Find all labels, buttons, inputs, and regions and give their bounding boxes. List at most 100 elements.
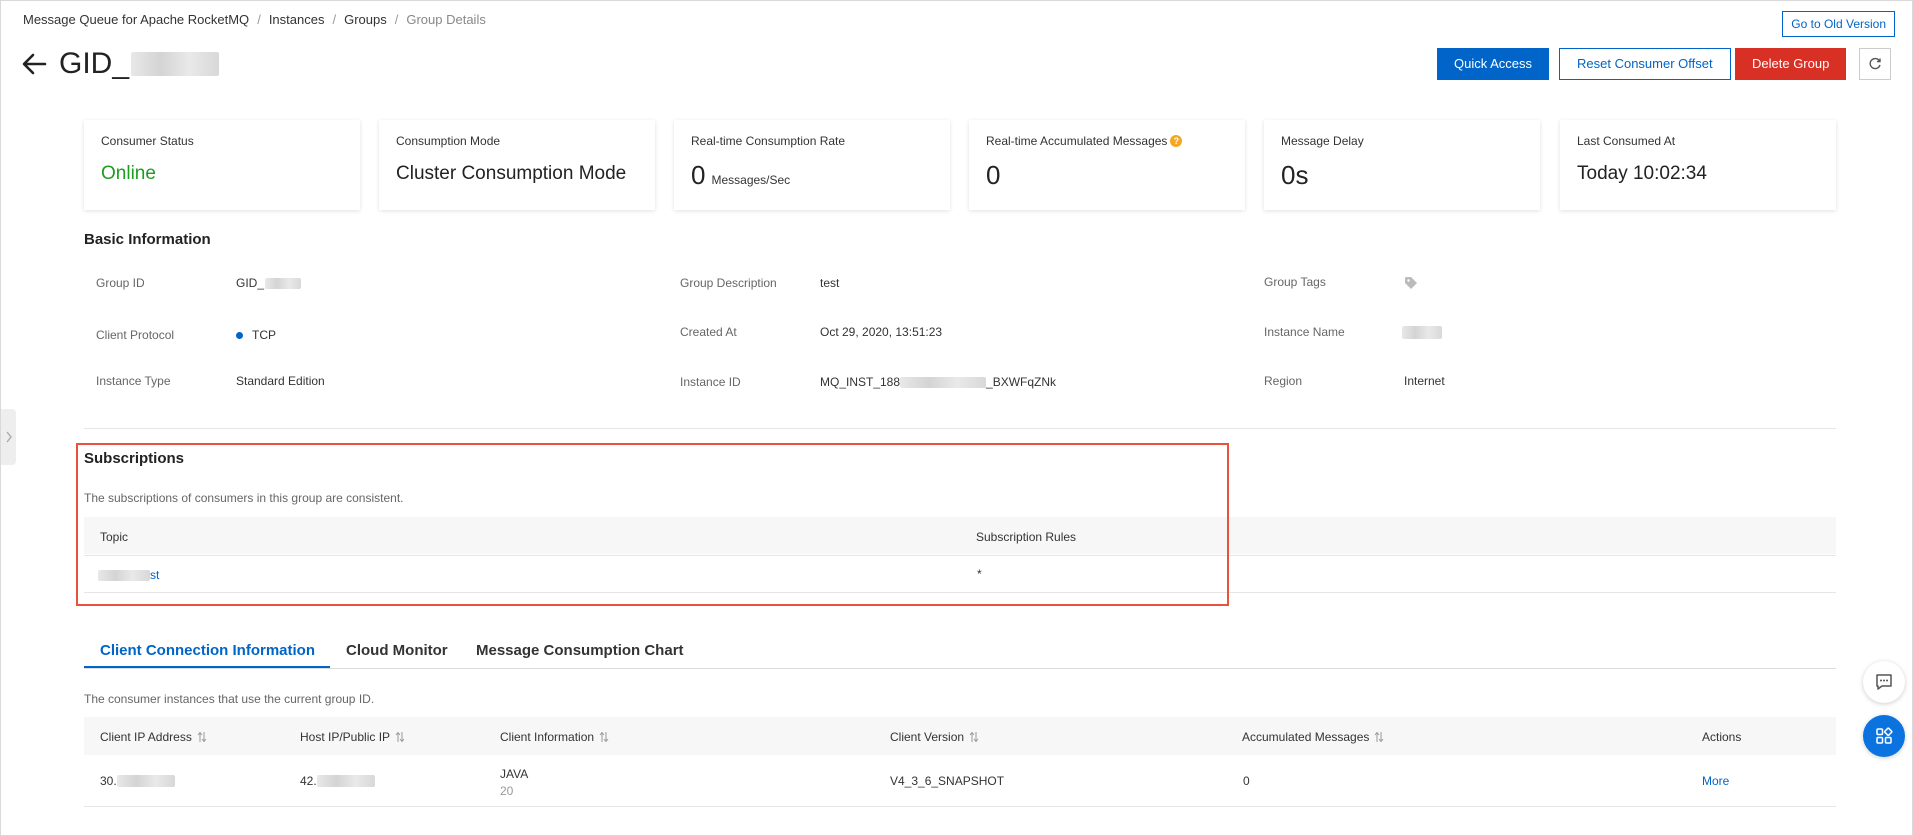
accumulated-messages-cell: 0 xyxy=(1243,774,1250,788)
section-divider xyxy=(84,428,1836,429)
consumer-status-value: Online xyxy=(101,163,156,184)
instance-name-value xyxy=(1402,324,1442,342)
column-header-host-ip[interactable]: Host IP/Public IP xyxy=(300,730,405,744)
instance-type-label: Instance Type xyxy=(96,374,171,388)
column-header-label: Client Version xyxy=(890,730,965,744)
client-protocol-value: TCP xyxy=(236,328,276,342)
sort-icon[interactable] xyxy=(197,731,207,743)
redacted-text xyxy=(316,775,375,787)
breadcrumb-separator: / xyxy=(332,12,337,27)
column-header-client-information[interactable]: Client Information xyxy=(500,730,609,744)
instance-id-suffix: _BXWFqZNk xyxy=(986,375,1057,389)
breadcrumb-item-product[interactable]: Message Queue for Apache RocketMQ xyxy=(23,12,249,27)
redacted-text xyxy=(116,775,175,787)
tab-client-connection-information[interactable]: Client Connection Information xyxy=(100,642,315,659)
host-ip-prefix: 42. xyxy=(300,774,317,788)
sort-icon[interactable] xyxy=(395,731,405,743)
tabs-divider xyxy=(84,668,1836,669)
consumption-rate-row: 0 Messages/Sec xyxy=(691,160,933,191)
instance-type-value: Standard Edition xyxy=(236,374,325,388)
client-version-cell: V4_3_6_SNAPSHOT xyxy=(890,774,1005,788)
page-title: GID_ xyxy=(59,47,130,80)
tag-icon[interactable] xyxy=(1404,276,1418,290)
card-label: Real-time Accumulated Messages xyxy=(986,134,1168,148)
consumption-mode-card: Consumption Mode Cluster Consumption Mod… xyxy=(379,120,655,210)
region-label: Region xyxy=(1264,374,1303,388)
chat-icon xyxy=(1876,674,1892,690)
group-description-label: Group Description xyxy=(680,276,777,290)
apps-button[interactable] xyxy=(1863,715,1905,757)
card-label: Consumption Mode xyxy=(396,134,501,148)
highlight-frame xyxy=(76,443,1229,606)
breadcrumb-item-instances[interactable]: Instances xyxy=(269,12,325,27)
group-tags-value[interactable] xyxy=(1404,276,1418,295)
column-header-client-version[interactable]: Client Version xyxy=(890,730,979,744)
basic-information-title: Basic Information xyxy=(84,231,211,248)
client-information-cell: JAVA 20 xyxy=(500,767,528,798)
column-header-label: Client IP Address xyxy=(100,730,192,744)
instance-id-prefix: MQ_INST_188 xyxy=(820,375,901,389)
tab-cloud-monitor[interactable]: Cloud Monitor xyxy=(346,642,448,659)
group-id-prefix: GID_ xyxy=(236,276,265,290)
consumption-rate-unit: Messages/Sec xyxy=(711,173,791,187)
go-to-old-version-button[interactable]: Go to Old Version xyxy=(1782,11,1895,37)
reset-consumer-offset-button[interactable]: Reset Consumer Offset xyxy=(1559,48,1731,80)
instance-id-label: Instance ID xyxy=(680,375,741,389)
quick-access-button[interactable]: Quick Access xyxy=(1437,48,1550,80)
delete-group-button[interactable]: Delete Group xyxy=(1735,48,1847,80)
column-header-label: Accumulated Messages xyxy=(1242,730,1370,744)
card-label: Last Consumed At xyxy=(1577,134,1676,148)
feedback-button[interactable] xyxy=(1863,661,1905,703)
arrow-left-icon[interactable] xyxy=(21,51,47,77)
consumer-status-card: Consumer Status Online xyxy=(84,120,360,210)
consumption-mode-value: Cluster Consumption Mode xyxy=(396,163,627,184)
created-at-label: Created At xyxy=(680,325,737,339)
column-header-accumulated-messages[interactable]: Accumulated Messages xyxy=(1242,730,1384,744)
group-tags-label: Group Tags xyxy=(1264,275,1326,289)
page-header: GID_ xyxy=(21,47,220,81)
column-header-actions: Actions xyxy=(1702,730,1742,744)
breadcrumb-item-groups[interactable]: Groups xyxy=(344,12,387,27)
group-id-value: GID_ xyxy=(236,276,302,290)
card-label: Message Delay xyxy=(1281,134,1364,148)
client-protocol-text: TCP xyxy=(252,328,276,342)
active-tab-indicator xyxy=(84,666,330,668)
accumulated-messages-card: Real-time Accumulated Messages? 0 xyxy=(969,120,1245,210)
consumption-rate-value: 0 xyxy=(691,160,706,190)
message-delay-card: Message Delay 0s xyxy=(1264,120,1540,210)
column-header-label: Host IP/Public IP xyxy=(300,730,391,744)
help-icon[interactable]: ? xyxy=(1170,135,1183,147)
client-info-language: JAVA xyxy=(500,767,529,781)
sort-icon[interactable] xyxy=(599,731,609,743)
more-actions-link[interactable]: More xyxy=(1702,774,1729,788)
clients-note: The consumer instances that use the curr… xyxy=(84,692,375,706)
consumption-rate-card: Real-time Consumption Rate 0 Messages/Sec xyxy=(674,120,950,210)
column-header-label: Client Information xyxy=(500,730,595,744)
instance-id-value: MQ_INST_188 _BXWFqZNk xyxy=(820,375,1056,389)
card-label: Consumer Status xyxy=(101,134,194,148)
sort-icon[interactable] xyxy=(969,731,979,743)
redacted-group-name xyxy=(131,52,220,76)
client-ip-cell: 30. xyxy=(100,774,175,788)
tab-message-consumption-chart[interactable]: Message Consumption Chart xyxy=(476,642,684,659)
status-dot xyxy=(236,331,243,339)
redacted-text xyxy=(265,277,302,289)
last-consumed-value: Today 10:02:34 xyxy=(1577,163,1707,184)
breadcrumb-current: Group Details xyxy=(406,12,486,27)
sidebar-toggle[interactable] xyxy=(1,409,16,465)
column-header-client-ip[interactable]: Client IP Address xyxy=(100,730,207,744)
card-label: Real-time Consumption Rate xyxy=(691,134,846,148)
group-description-value: test xyxy=(820,276,840,290)
apps-icon xyxy=(1876,727,1893,744)
sort-icon[interactable] xyxy=(1374,731,1384,743)
redacted-text xyxy=(1402,326,1442,340)
client-ip-prefix: 30. xyxy=(100,774,117,788)
refresh-button[interactable] xyxy=(1859,48,1891,80)
instance-name-label: Instance Name xyxy=(1264,325,1345,339)
redacted-text xyxy=(900,376,987,388)
last-consumed-card: Last Consumed At Today 10:02:34 xyxy=(1560,120,1836,210)
message-delay-value: 0s xyxy=(1281,160,1309,190)
group-id-label: Group ID xyxy=(96,276,145,290)
row-divider xyxy=(84,806,1836,807)
chevron-right-icon xyxy=(5,431,12,443)
